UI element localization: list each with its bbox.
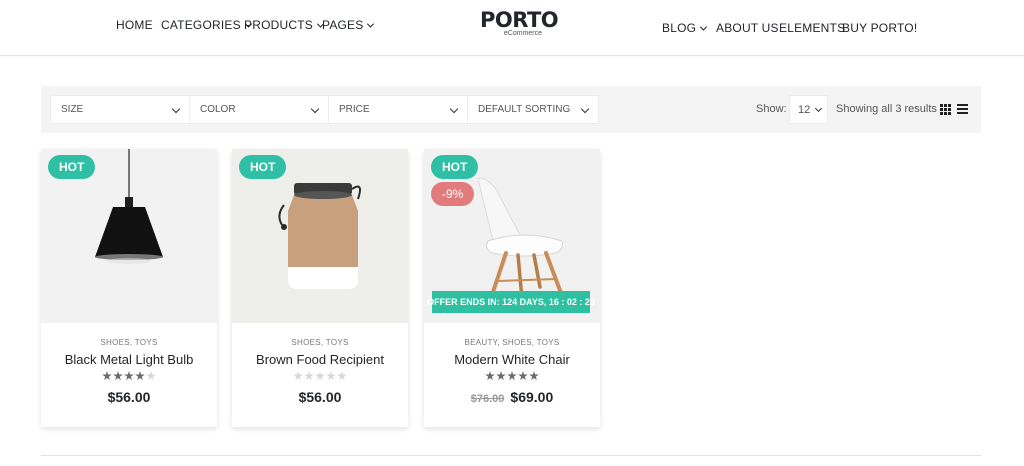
hot-badge: HOT: [48, 155, 96, 179]
product-card[interactable]: HOT -9% OFFER ENDS IN: 124 DAYS, 16 : 02…: [424, 149, 600, 427]
offer-countdown: OFFER ENDS IN: 124 DAYS, 16 : 02 : 23: [427, 291, 595, 313]
rating-stars: [232, 371, 408, 383]
star-icon: [315, 371, 325, 381]
product-price: $76.00 $69.00: [470, 389, 554, 405]
product-categories[interactable]: BEAUTY, SHOES, TOYS: [424, 338, 600, 347]
nav-categories[interactable]: CATEGORIES: [161, 18, 252, 32]
star-icon: [507, 371, 517, 381]
per-page-select[interactable]: 12: [789, 95, 828, 124]
product-name[interactable]: Modern White Chair: [424, 352, 600, 367]
product-name[interactable]: Black Metal Light Bulb: [41, 352, 217, 367]
divider: [41, 455, 981, 456]
discount-badge: -9%: [431, 182, 475, 206]
nav-buy-porto[interactable]: BUY PORTO!: [842, 21, 917, 35]
star-icon: [529, 371, 539, 381]
star-icon: [102, 371, 112, 381]
rating-stars: [424, 371, 600, 383]
color-filter-select[interactable]: COLOR: [189, 95, 329, 124]
rating-stars: [41, 371, 217, 383]
chevron-down-icon: [580, 104, 590, 114]
results-count: Showing all 3 results: [836, 103, 937, 115]
star-icon: [146, 371, 156, 381]
grid-view-icon[interactable]: [940, 104, 951, 115]
star-icon: [293, 371, 303, 381]
nav-elements[interactable]: ELEMENTS: [779, 21, 845, 35]
star-icon: [337, 371, 347, 381]
star-icon: [113, 371, 123, 381]
product-image[interactable]: HOT: [232, 149, 408, 323]
chevron-down-icon: [700, 23, 708, 31]
product-card[interactable]: HOT SHOES, TOYS Black Metal Light Bulb $…: [41, 149, 217, 427]
chevron-down-icon: [367, 20, 375, 28]
chevron-down-icon: [449, 104, 459, 114]
nav-about-us[interactable]: ABOUT US: [716, 21, 779, 35]
nav-home[interactable]: HOME: [116, 18, 153, 32]
sorting-select[interactable]: DEFAULT SORTING: [467, 95, 599, 124]
nav-products[interactable]: PRODUCTS: [244, 18, 324, 32]
star-icon: [326, 371, 336, 381]
product-card[interactable]: HOT SHOES, TOYS Brown Food Recipient $56…: [232, 149, 408, 427]
product-categories[interactable]: SHOES, TOYS: [232, 338, 408, 347]
hot-badge: HOT: [431, 155, 479, 179]
star-icon: [496, 371, 506, 381]
product-price: $56.00: [107, 389, 151, 405]
site-header: HOME CATEGORIES PRODUCTS PAGES PORTO eCo…: [0, 0, 1024, 56]
size-filter-select[interactable]: SIZE: [50, 95, 190, 124]
star-icon: [304, 371, 314, 381]
chevron-down-icon: [814, 104, 823, 113]
product-image[interactable]: HOT: [41, 149, 217, 323]
show-label: Show:: [756, 103, 787, 115]
product-categories[interactable]: SHOES, TOYS: [41, 338, 217, 347]
star-icon: [485, 371, 495, 381]
star-icon: [124, 371, 134, 381]
shop-toolbar: SIZE COLOR PRICE DEFAULT SORTING Show: 1…: [41, 86, 981, 133]
old-price: $76.00: [470, 393, 505, 405]
star-icon: [135, 371, 145, 381]
price-filter-select[interactable]: PRICE: [328, 95, 468, 124]
chevron-down-icon: [171, 104, 181, 114]
hot-badge: HOT: [239, 155, 287, 179]
product-name[interactable]: Brown Food Recipient: [232, 352, 408, 367]
site-logo[interactable]: PORTO eCommerce: [480, 8, 559, 37]
product-image[interactable]: HOT -9% OFFER ENDS IN: 124 DAYS, 16 : 02…: [424, 149, 600, 323]
list-view-icon[interactable]: [957, 104, 968, 115]
product-price: $56.00: [298, 389, 342, 405]
nav-pages[interactable]: PAGES: [322, 18, 375, 32]
star-icon: [518, 371, 528, 381]
chevron-down-icon: [310, 104, 320, 114]
logo-text: PORTO: [480, 8, 559, 32]
nav-blog[interactable]: BLOG: [662, 21, 708, 35]
